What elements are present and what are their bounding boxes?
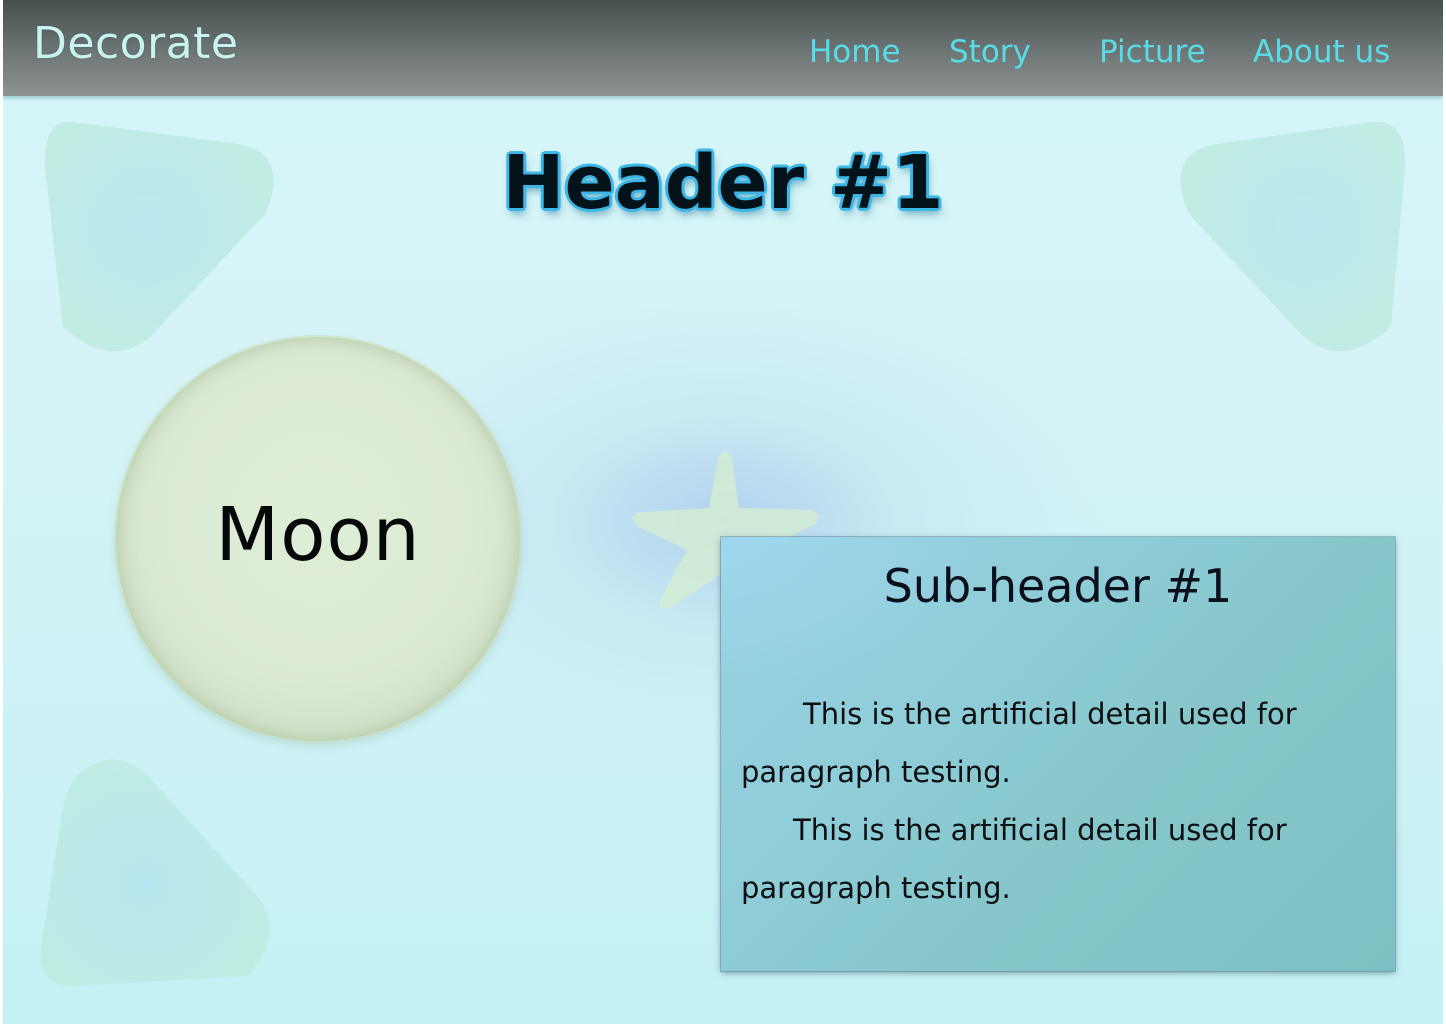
nav-link-about-us[interactable]: About us xyxy=(1253,34,1390,70)
content-card: Sub-header #1 This is the artificial det… xyxy=(721,537,1395,971)
moon-circle: Moon xyxy=(116,337,520,741)
page: Decorate Home Story Picture About us Hea… xyxy=(3,0,1443,1024)
top-navbar: Decorate Home Story Picture About us xyxy=(3,0,1443,96)
page-title: Header #1 xyxy=(502,140,944,226)
nav-link-picture[interactable]: Picture xyxy=(1099,34,1206,70)
card-paragraph: This is the artificial detail used for p… xyxy=(741,813,1287,905)
brand-logo[interactable]: Decorate xyxy=(33,18,238,69)
moon-label: Moon xyxy=(215,492,421,578)
decorative-triangle-bottom-left xyxy=(40,759,270,987)
card-subheader: Sub-header #1 xyxy=(883,559,1233,613)
nav-link-home[interactable]: Home xyxy=(809,34,901,70)
card-paragraph: This is the artificial detail used for p… xyxy=(741,697,1297,789)
nav-link-story[interactable]: Story xyxy=(949,34,1031,70)
